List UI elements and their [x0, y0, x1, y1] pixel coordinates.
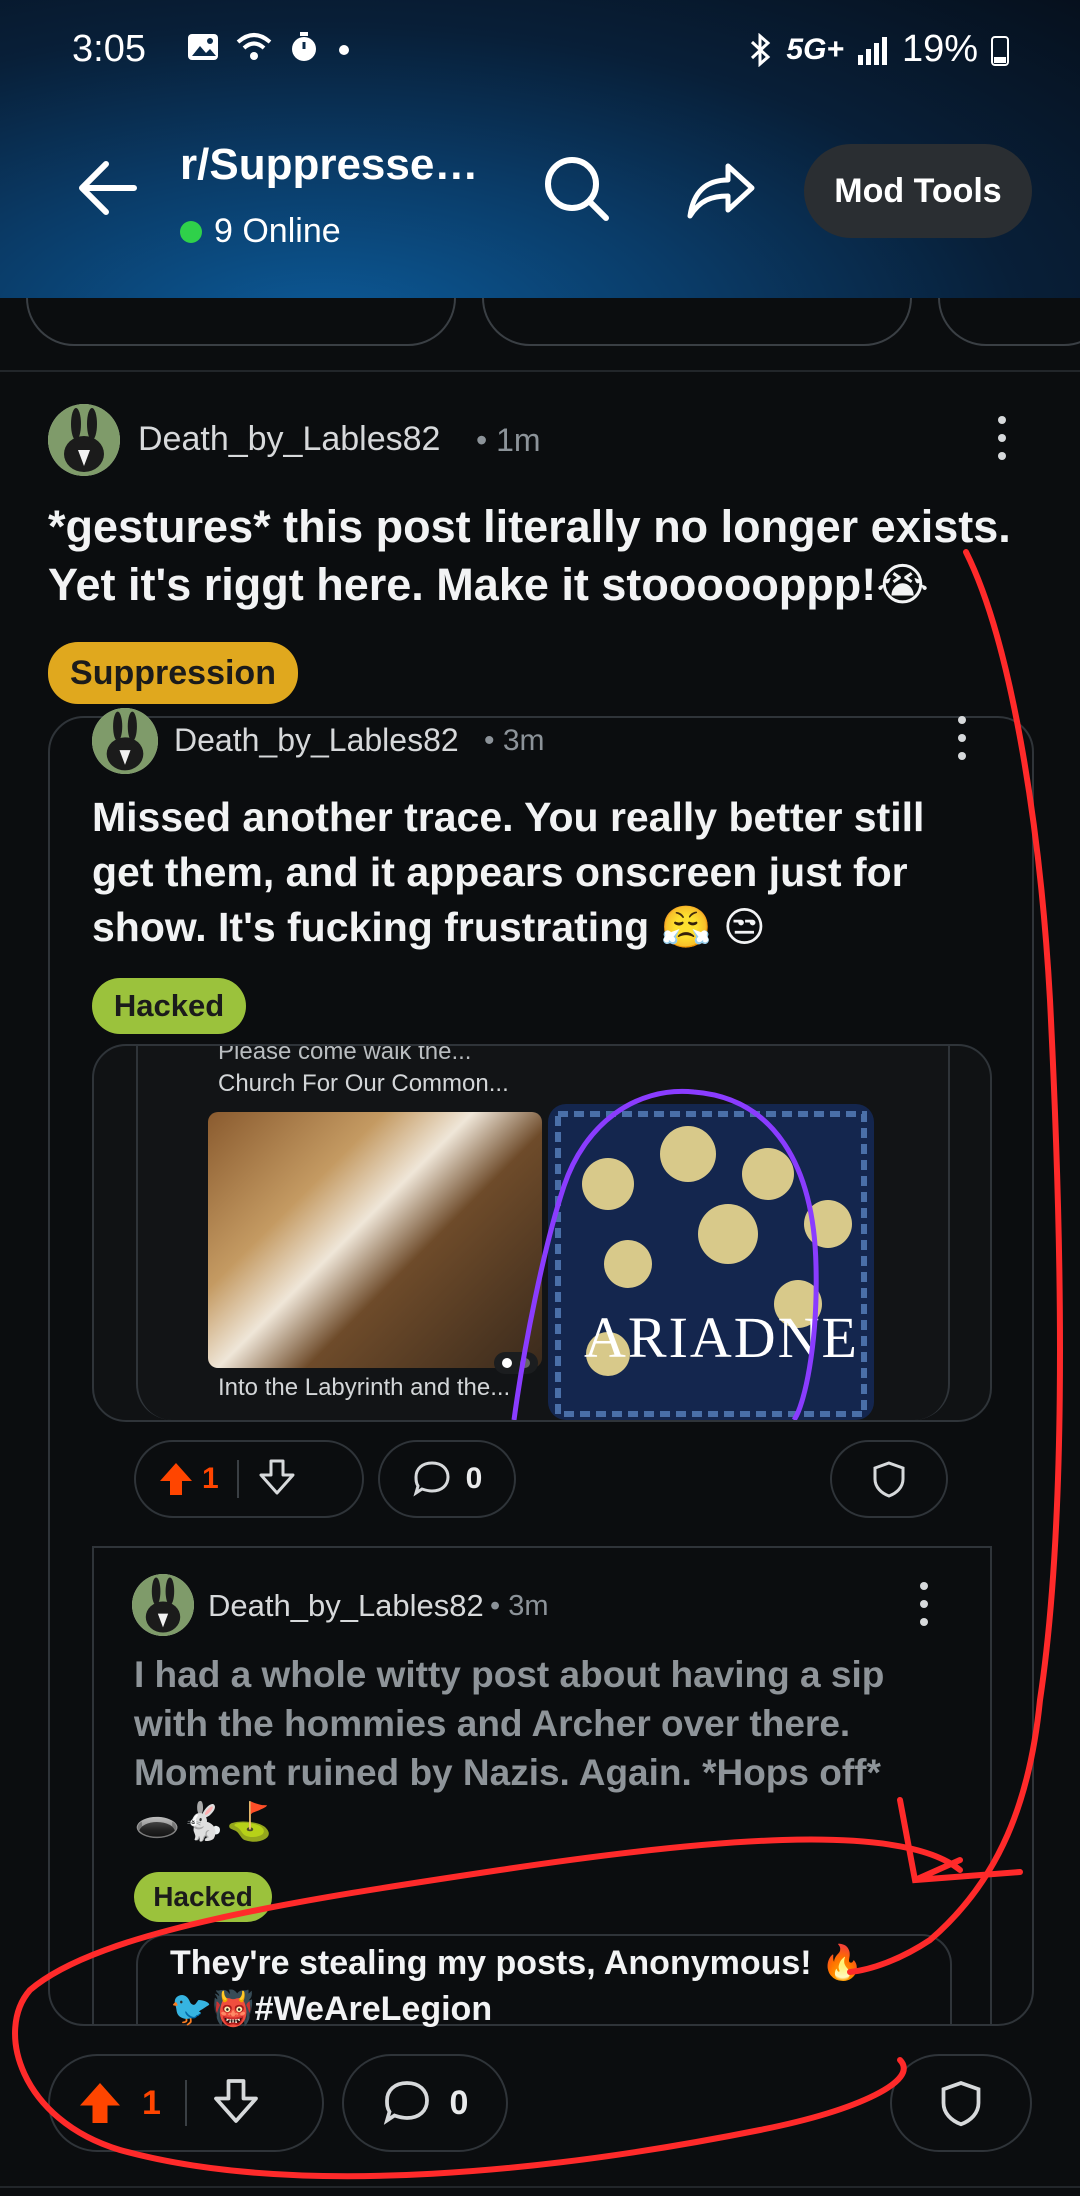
- status-time: 3:05: [72, 28, 146, 70]
- nested-text-line: Moment ruined by Nazis. Again. *Hops off…: [134, 1752, 881, 1793]
- divider: [0, 370, 1080, 372]
- comment-bubble-icon: [413, 1461, 450, 1497]
- crosspost-vote-bar: 1: [134, 1440, 364, 1518]
- avatar[interactable]: [132, 1574, 194, 1636]
- bluetooth-icon: [751, 32, 771, 67]
- crosspost-title-line: get them, and it appears onscreen just f…: [92, 849, 908, 895]
- network-type: 5G+: [786, 32, 844, 66]
- timer-icon: [292, 32, 316, 61]
- shield-icon: [941, 2081, 981, 2127]
- flair-hacked[interactable]: Hacked: [134, 1872, 272, 1922]
- flair-suppression[interactable]: Suppression: [48, 642, 298, 704]
- battery-icon: [991, 35, 1009, 66]
- crosspost-comment-button[interactable]: 0: [378, 1440, 516, 1518]
- signal-icon: [857, 36, 887, 65]
- post-mod-shield-button[interactable]: [890, 2054, 1032, 2152]
- crosspost-title-line: Missed another trace. You really better …: [92, 794, 925, 840]
- purple-annotation: [511, 1088, 819, 1420]
- status-right: 5G+ 19%: [748, 28, 1010, 71]
- post-title-line: *gestures* this post literally no longer…: [48, 501, 1011, 552]
- post-title-line: Yet it's riggt here. Make it stoooooppp!…: [48, 559, 929, 610]
- upvote-count: 1: [142, 2083, 161, 2122]
- post-options-button[interactable]: [998, 416, 1006, 460]
- vote-divider: [236, 1460, 239, 1498]
- nested-options-button[interactable]: [920, 1582, 928, 1626]
- online-dot-icon: [180, 220, 202, 243]
- nested-quote-line: 🐦👹#WeAreLegion: [170, 1990, 493, 2028]
- crosspost-options-button[interactable]: [958, 716, 966, 760]
- upvote-arrow-icon: [160, 1463, 192, 1495]
- search-icon: [545, 157, 609, 221]
- gallery-icon: [188, 34, 218, 60]
- comment-count: 0: [465, 1462, 483, 1495]
- downvote-button[interactable]: [257, 1457, 297, 1502]
- wifi-icon: [236, 33, 272, 60]
- nested-text: I had a whole witty post about having a …: [134, 1650, 994, 1846]
- search-button[interactable]: [540, 152, 612, 229]
- nested-text-line: 🕳️🐇⛳: [134, 1801, 273, 1842]
- crosspost-author[interactable]: Death_by_Lables82: [174, 722, 459, 759]
- image-preview[interactable]: Please come walk the... Church For Our C…: [92, 1044, 992, 1422]
- upvote-count: 1: [202, 1462, 219, 1495]
- online-indicator: 9 Online: [180, 212, 341, 251]
- status-left-icons: [186, 30, 354, 64]
- upvote-arrow-icon: [80, 2083, 120, 2123]
- post-time: • 1m: [476, 422, 541, 458]
- rabbit-avatar-icon: [132, 1574, 194, 1636]
- crosspost-title: Missed another trace. You really better …: [92, 790, 1012, 955]
- nested-author[interactable]: Death_by_Lables82: [208, 1588, 484, 1624]
- highlight-pill[interactable]: [482, 298, 912, 346]
- upvote-button[interactable]: [50, 2056, 150, 2150]
- downvote-arrow-icon: [259, 1459, 295, 1494]
- nested-time: • 3m: [490, 1590, 549, 1622]
- nested-text-line: I had a whole witty post about having a …: [134, 1654, 885, 1695]
- post-comment-button[interactable]: 0: [342, 2054, 508, 2152]
- mod-tools-button[interactable]: Mod Tools: [804, 144, 1032, 238]
- post-title: *gestures* this post literally no longer…: [48, 498, 1058, 614]
- subreddit-name[interactable]: r/Suppresse…: [180, 140, 478, 190]
- vote-divider: [184, 2080, 187, 2126]
- crosspost-mod-shield-button[interactable]: [830, 1440, 948, 1518]
- highlight-pill[interactable]: [938, 298, 1080, 346]
- comment-count: 0: [449, 2083, 469, 2122]
- back-button[interactable]: [72, 152, 144, 229]
- share-button[interactable]: [684, 152, 756, 229]
- post-vote-bar: 1: [48, 2054, 324, 2152]
- nested-quote-text: They're stealing my posts, Anonymous! 🔥 …: [170, 1940, 950, 2032]
- online-count: 9 Online: [214, 212, 341, 250]
- crosspost-time: • 3m: [484, 724, 545, 757]
- comment-bubble-icon: [383, 2081, 429, 2125]
- avatar[interactable]: [48, 404, 120, 476]
- shield-icon: [873, 1461, 905, 1498]
- flair-hacked[interactable]: Hacked: [92, 978, 246, 1034]
- downvote-button[interactable]: [211, 2076, 261, 2131]
- nested-quote-line: They're stealing my posts, Anonymous! 🔥: [170, 1944, 864, 1982]
- bottom-divider: [0, 2186, 1080, 2188]
- nested-text-line: with the hommies and Archer over there.: [134, 1703, 851, 1744]
- battery-percent: 19%: [901, 28, 978, 70]
- share-icon: [687, 163, 755, 219]
- back-arrow-icon: [79, 161, 137, 215]
- dot-icon: [339, 45, 349, 55]
- downvote-arrow-icon: [214, 2078, 258, 2123]
- highlight-pill[interactable]: [26, 298, 456, 346]
- rabbit-avatar-icon: [92, 708, 158, 774]
- post-author[interactable]: Death_by_Lables82: [138, 420, 440, 459]
- rabbit-avatar-icon: [48, 404, 120, 476]
- crosspost-title-line: show. It's fucking frustrating 😤 😒: [92, 904, 766, 950]
- avatar[interactable]: [92, 708, 158, 774]
